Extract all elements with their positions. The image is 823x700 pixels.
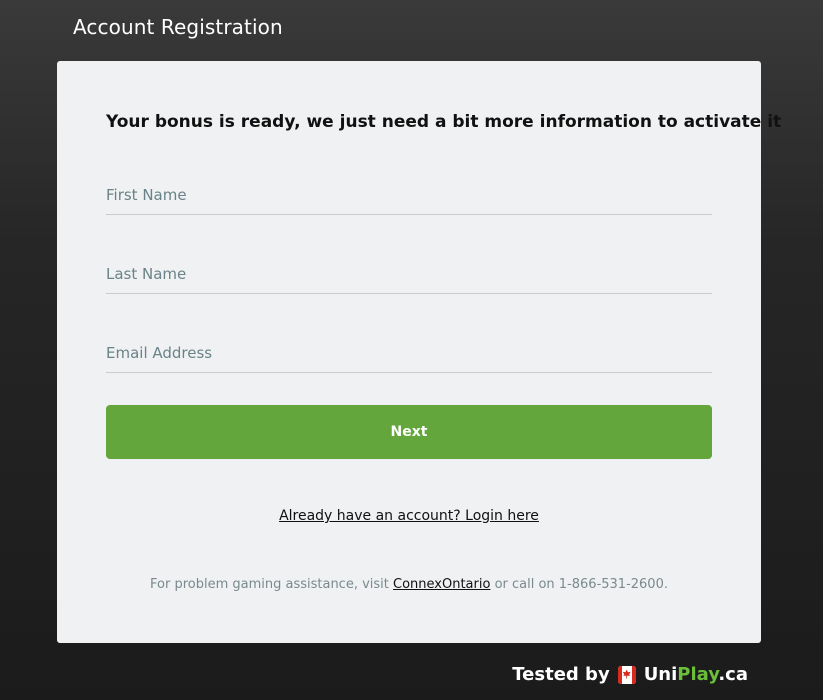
first-name-input[interactable] [106, 175, 712, 215]
last-name-input[interactable] [106, 254, 712, 294]
footer-suffix: or call on 1-866-531-2600. [490, 577, 668, 592]
tested-by-badge: Tested by UniPlay.ca [512, 664, 748, 685]
email-input[interactable] [106, 333, 712, 373]
brand-play: Play [677, 664, 719, 685]
tested-by-label: Tested by [512, 664, 610, 685]
login-link[interactable]: Already have an account? Login here [279, 508, 539, 524]
footer-prefix: For problem gaming assistance, visit [150, 577, 394, 592]
problem-gaming-note: For problem gaming assistance, visit Con… [57, 577, 761, 592]
form-headline: Your bonus is ready, we just need a bit … [106, 112, 782, 132]
page-title: Account Registration [73, 15, 283, 39]
registration-card: Your bonus is ready, we just need a bit … [57, 61, 781, 643]
canada-flag-icon [617, 665, 636, 684]
brand-uni: Uni [643, 664, 678, 685]
next-button[interactable]: Next [106, 405, 712, 459]
brand-ca: .ca [718, 664, 748, 685]
brand-logo: UniPlay.ca [644, 664, 748, 685]
connex-ontario-link[interactable]: ConnexOntario [393, 577, 490, 592]
login-link-container: Already have an account? Login here [57, 508, 761, 524]
